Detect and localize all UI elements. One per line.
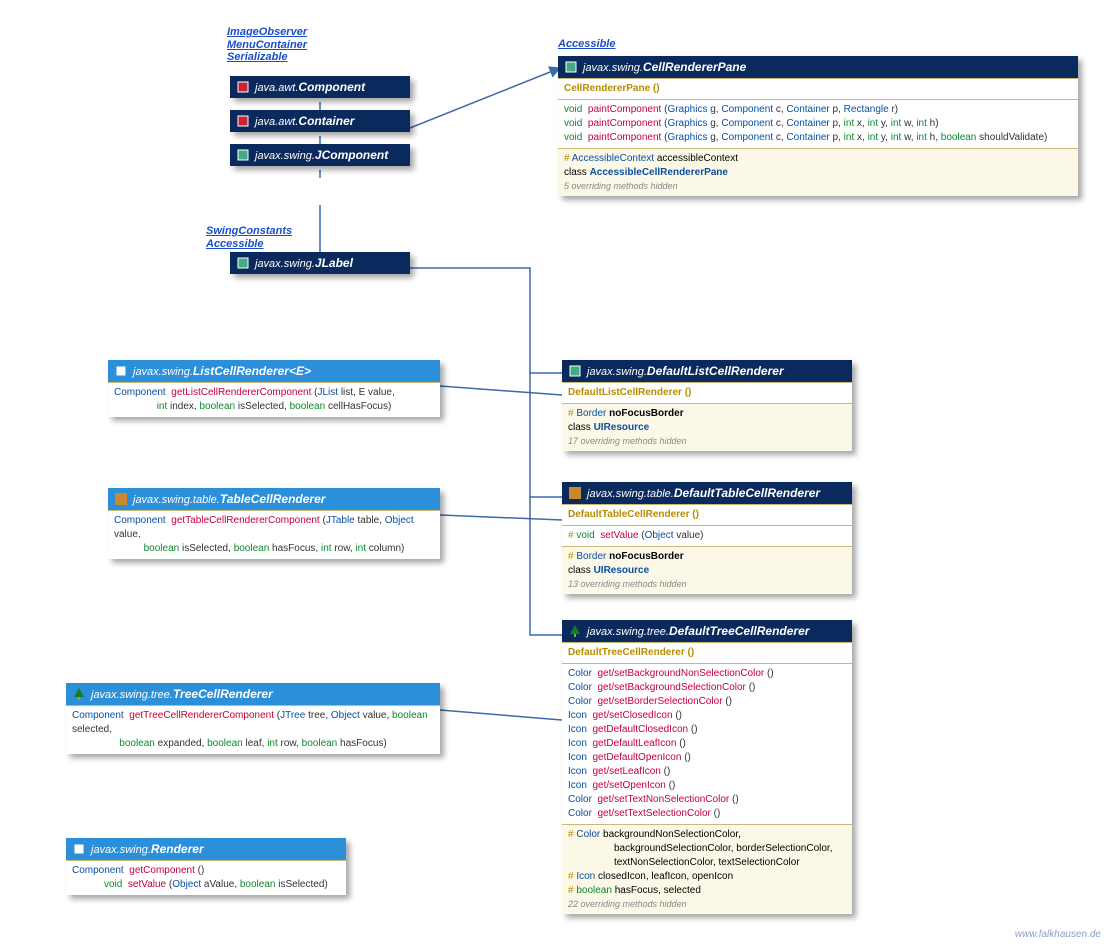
method-row: Component getTableCellRendererComponent … <box>108 510 440 559</box>
field-list: # Color backgroundNonSelectionColor, bac… <box>562 824 852 914</box>
field-list: # AccessibleContext accessibleContext cl… <box>558 148 1078 196</box>
interface-icon <box>114 364 128 378</box>
class-icon <box>568 364 582 378</box>
footer-link[interactable]: www.falkhausen.de <box>1015 929 1101 940</box>
method-row: Component getListCellRendererComponent (… <box>108 382 440 417</box>
class-icon <box>236 80 250 94</box>
constructor-label: DefaultTreeCellRenderer () <box>568 647 694 658</box>
interface-box-treecellrenderer[interactable]: javax.swing.tree.TreeCellRenderer Compon… <box>66 683 440 754</box>
class-box-container[interactable]: java.awt.Container <box>230 110 410 132</box>
interface-box-renderer[interactable]: javax.swing.Renderer Component getCompon… <box>66 838 346 895</box>
method-list: Color get/setBackgroundNonSelectionColor… <box>562 663 852 824</box>
class-box-jcomponent[interactable]: javax.swing.JComponent <box>230 144 410 166</box>
class-box-defaulttreecellrenderer[interactable]: javax.swing.tree.DefaultTreeCellRenderer… <box>562 620 852 914</box>
class-icon <box>568 486 582 500</box>
class-box-defaulttablecellrenderer[interactable]: javax.swing.table.DefaultTableCellRender… <box>562 482 852 594</box>
interface-box-tablecellrenderer[interactable]: javax.swing.table.TableCellRenderer Comp… <box>108 488 440 559</box>
method-row: Component getTreeCellRendererComponent (… <box>66 705 440 754</box>
class-box-defaultlistcellrenderer[interactable]: javax.swing.DefaultListCellRenderer Defa… <box>562 360 852 451</box>
constructor-label: CellRendererPane () <box>564 83 660 94</box>
interface-labels-component[interactable]: ImageObserver MenuContainer Serializable <box>227 26 307 64</box>
class-icon <box>236 148 250 162</box>
interface-labels-jlabel[interactable]: SwingConstants Accessible <box>206 225 292 250</box>
tree-icon <box>568 624 582 638</box>
class-box-cellrendererpane[interactable]: javax.swing.CellRendererPane CellRendere… <box>558 56 1078 196</box>
field-list: # Border noFocusBorder class UIResource … <box>562 403 852 451</box>
class-icon <box>236 256 250 270</box>
interface-label-accessible[interactable]: Accessible <box>558 38 615 51</box>
class-box-component[interactable]: java.awt.Component <box>230 76 410 98</box>
method-row: # void setValue (Object value) <box>562 525 852 546</box>
class-icon <box>236 114 250 128</box>
method-list: Component getComponent () void setValue … <box>66 860 346 895</box>
field-list: # Border noFocusBorder class UIResource … <box>562 546 852 594</box>
class-icon <box>564 60 578 74</box>
interface-icon <box>114 492 128 506</box>
tree-icon <box>72 687 86 701</box>
constructor-label: DefaultTableCellRenderer () <box>568 509 699 520</box>
method-list: void paintComponent (Graphics g, Compone… <box>558 99 1078 148</box>
interface-icon <box>72 842 86 856</box>
class-box-jlabel[interactable]: javax.swing.JLabel <box>230 252 410 274</box>
interface-box-listcellrenderer[interactable]: javax.swing.ListCellRenderer<E> Componen… <box>108 360 440 417</box>
constructor-label: DefaultListCellRenderer () <box>568 387 691 398</box>
